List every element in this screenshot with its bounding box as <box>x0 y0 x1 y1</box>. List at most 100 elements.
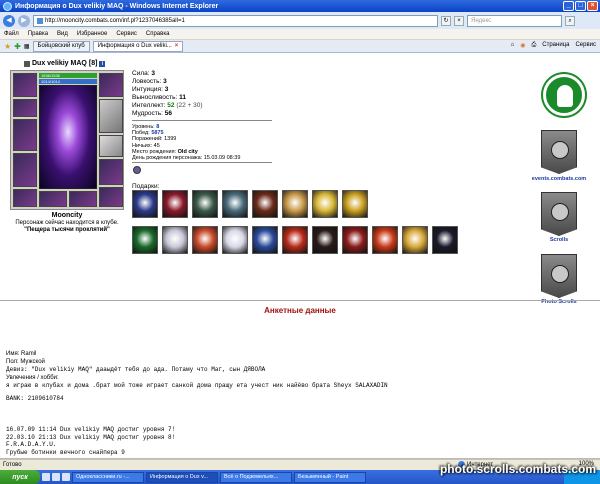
log-line: Грубые ботинки вечного снайпера 9 <box>6 448 125 456</box>
status-text: Готово <box>3 462 22 468</box>
stop-button[interactable]: × <box>454 15 464 26</box>
menu-tools[interactable]: Сервис <box>116 31 137 37</box>
stat-value: 3 <box>163 78 167 85</box>
quicklaunch-desktop-icon[interactable] <box>52 473 60 481</box>
tab-label: Бойцовский клуб <box>37 43 85 49</box>
task-dungeons[interactable]: Всё о Подземельях... <box>220 471 292 483</box>
warrior-figure-icon <box>557 85 573 107</box>
home-icon[interactable]: ⌂ <box>511 42 515 49</box>
events-link[interactable]: events.combats.com <box>526 176 592 182</box>
section-divider <box>0 300 600 301</box>
tab-label: Информация о Dux veliki... <box>97 43 172 49</box>
stat-row: Ловкость: 3 <box>132 78 203 86</box>
stat-value: 3 <box>151 70 155 77</box>
stat-label: Выносливость: <box>132 94 178 101</box>
gift-item[interactable] <box>312 190 338 218</box>
menu-view[interactable]: Вид <box>57 31 68 37</box>
stat-label: Интуиция: <box>132 86 163 93</box>
armor-slot[interactable] <box>13 153 37 187</box>
gift-item[interactable] <box>372 226 398 254</box>
tab-close-icon[interactable]: × <box>175 43 179 49</box>
page-icon <box>37 17 43 24</box>
ring-slot[interactable] <box>69 191 97 207</box>
search-input[interactable]: Яндекс <box>467 14 562 27</box>
quicklaunch-media-icon[interactable] <box>62 473 70 481</box>
scrolls-banner[interactable] <box>541 192 577 236</box>
favorites-star-icon[interactable]: ★ <box>4 42 11 51</box>
clan-emblem-icon[interactable] <box>133 166 141 174</box>
gift-item[interactable] <box>282 190 308 218</box>
search-icon[interactable]: ⌕ <box>565 15 575 26</box>
back-button[interactable]: ◀ <box>3 14 15 27</box>
tab-character-info[interactable]: Информация о Dux veliki... × <box>92 40 184 52</box>
belt-slot[interactable] <box>13 189 37 207</box>
mana-bar: 1014/1014 <box>39 79 97 84</box>
gift-item[interactable] <box>222 190 248 218</box>
print-icon[interactable]: ⎙ <box>531 42 536 49</box>
bank-row: BANK: 2109610784 <box>6 395 64 402</box>
gifts-label: Подарки: <box>132 183 160 190</box>
address-url: http://mooncity.combats.com/inf.pl?12370… <box>45 17 185 24</box>
legs-slot[interactable] <box>99 159 123 185</box>
task-character-info[interactable]: Информация о Dux v... <box>146 471 218 483</box>
gift-item[interactable] <box>252 226 278 254</box>
quick-tabs-icon[interactable]: ▦ <box>24 43 30 50</box>
gift-item[interactable] <box>162 190 188 218</box>
task-paint[interactable]: Безымянный - Paint <box>294 471 366 483</box>
bracers-slot[interactable] <box>99 135 123 157</box>
gift-item[interactable] <box>132 226 158 254</box>
gift-item[interactable] <box>312 226 338 254</box>
gift-item[interactable] <box>282 226 308 254</box>
shield-slot[interactable] <box>99 99 123 133</box>
menu-file[interactable]: Файл <box>4 31 19 37</box>
tab-fight-club[interactable]: Бойцовский клуб <box>32 40 90 52</box>
gift-item[interactable] <box>192 190 218 218</box>
refresh-button[interactable]: ↻ <box>441 15 451 26</box>
scrolls-link[interactable]: Scrolls <box>526 237 592 243</box>
quicklaunch-ie-icon[interactable] <box>42 473 50 481</box>
gift-item[interactable] <box>132 190 158 218</box>
stat-row: Мудрость: 56 <box>132 110 203 118</box>
gift-item[interactable] <box>252 190 278 218</box>
start-button[interactable]: пуск <box>0 470 40 484</box>
tools-menu[interactable]: Сервис <box>575 42 596 49</box>
boots-slot[interactable] <box>99 187 123 207</box>
gift-item[interactable] <box>402 226 428 254</box>
add-favorite-icon[interactable]: ✚ <box>14 42 21 51</box>
gift-item[interactable] <box>342 226 368 254</box>
gloves-slot[interactable] <box>99 73 123 97</box>
photo-scrolls-banner[interactable] <box>541 254 577 298</box>
minimize-button[interactable]: _ <box>563 1 574 11</box>
info-icon[interactable]: i <box>99 60 106 67</box>
menu-edit[interactable]: Правка <box>28 31 48 37</box>
stat-row: Интуиция: 3 <box>132 86 203 94</box>
gift-item[interactable] <box>432 226 458 254</box>
combats-logo[interactable] <box>543 74 585 116</box>
hobbies-text: я играю в клубах и дома .брат мой тоже и… <box>6 381 388 389</box>
rss-icon[interactable]: ◉ <box>520 42 525 49</box>
earrings-slot[interactable] <box>39 191 67 207</box>
page-content: Dux velikiy MAQ [8] i 1536/1536 1014/101… <box>0 54 600 459</box>
gift-item[interactable] <box>342 190 368 218</box>
amulet-slot[interactable] <box>13 99 37 117</box>
events-banner[interactable] <box>541 130 577 174</box>
forward-button[interactable]: ▶ <box>18 14 30 27</box>
menu-favorites[interactable]: Избранное <box>77 31 107 37</box>
page-menu[interactable]: Страница <box>542 42 569 49</box>
stat-modifier: (22 + 30) <box>176 102 203 109</box>
weapon-slot[interactable] <box>13 119 37 151</box>
ie-icon <box>3 1 12 11</box>
helmet-slot[interactable] <box>13 73 37 97</box>
gift-item[interactable] <box>222 226 248 254</box>
address-bar[interactable]: http://mooncity.combats.com/inf.pl?12370… <box>33 14 438 27</box>
character-city: Mooncity <box>51 212 83 219</box>
log-line: 22.03.10 21:13 Dux velikiy MAQ достиг ур… <box>6 433 176 441</box>
gift-item[interactable] <box>162 226 188 254</box>
close-button[interactable]: × <box>587 1 598 11</box>
menu-help[interactable]: Справка <box>146 31 170 37</box>
divider <box>132 120 272 121</box>
log-line: F.R.A.D.A.Y.U. <box>6 441 57 448</box>
gift-item[interactable] <box>192 226 218 254</box>
task-odnoklassniki[interactable]: Одноклассники.ru -... <box>72 471 144 483</box>
maximize-button[interactable]: □ <box>575 1 586 11</box>
